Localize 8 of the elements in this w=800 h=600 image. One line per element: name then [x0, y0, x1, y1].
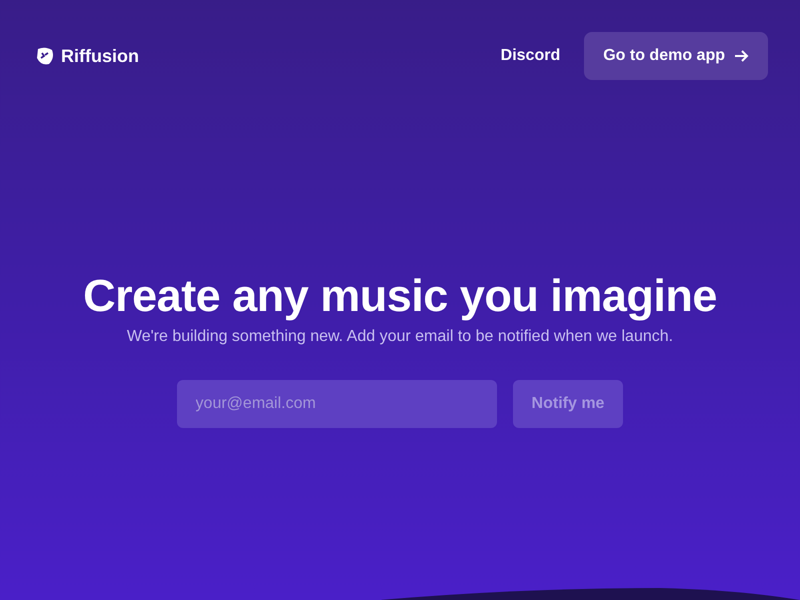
email-field[interactable]: your@email.com	[176, 380, 497, 428]
hero-title: Create any music you imagine	[83, 270, 717, 322]
nav-link[interactable]: Discord	[500, 47, 560, 65]
demo-app-button[interactable]: Go to demo app	[584, 32, 768, 80]
brand-name: Riffusion	[61, 46, 139, 66]
hero-subtitle: We're building something new. Add your email to be notified when we launch.	[126, 328, 674, 346]
logo-icon	[35, 46, 55, 66]
arrow-right-icon	[733, 48, 749, 64]
